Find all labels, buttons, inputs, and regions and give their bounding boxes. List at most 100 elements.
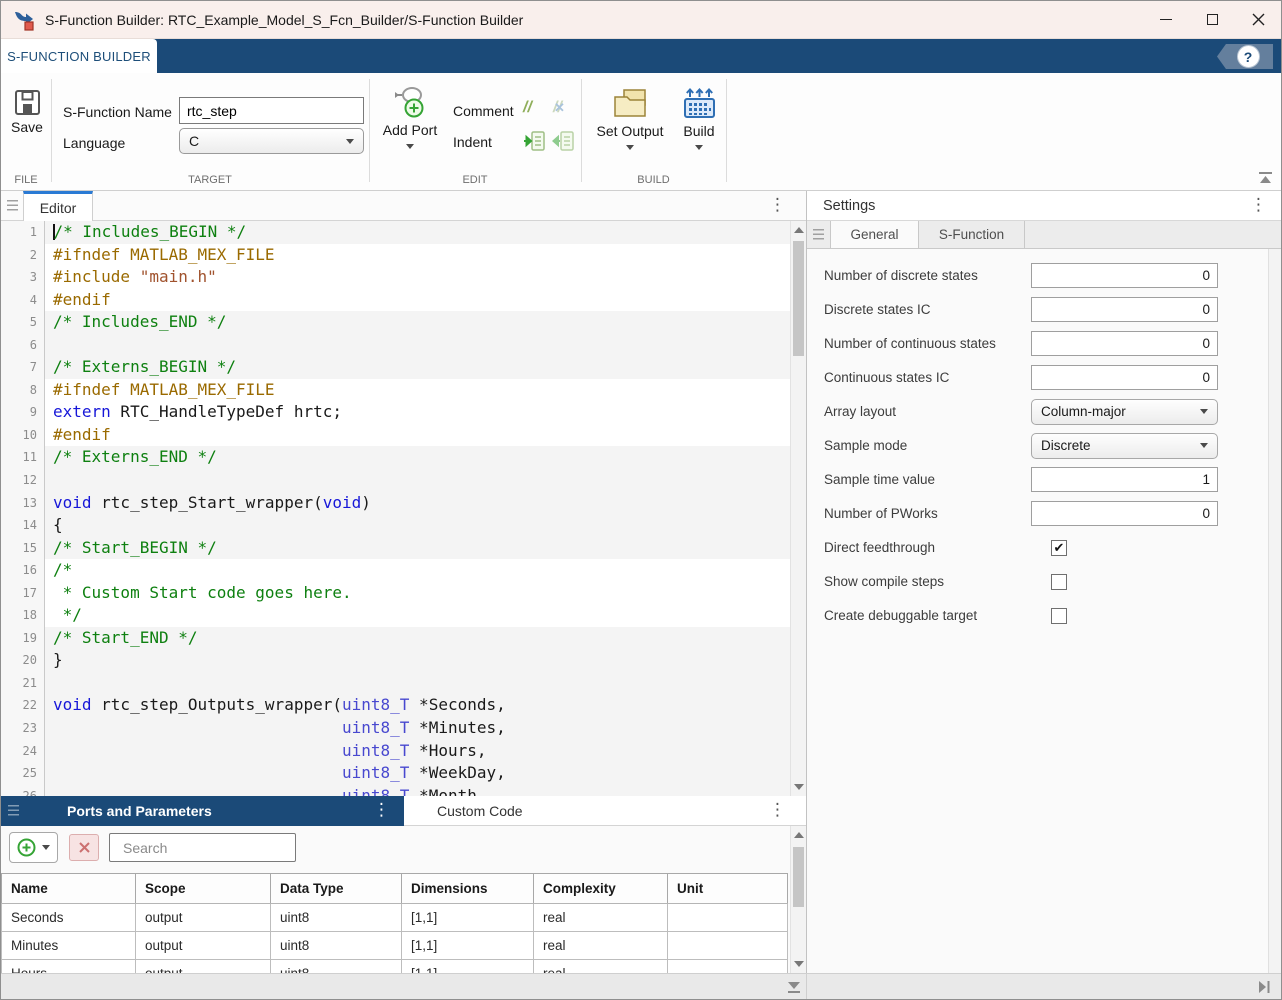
- tab-sfunction-builder[interactable]: S-FUNCTION BUILDER: [1, 39, 157, 73]
- comment-icon[interactable]: //: [523, 99, 532, 117]
- code-line-text[interactable]: */: [45, 604, 790, 627]
- code-line[interactable]: 9extern RTC_HandleTypeDef hrtc;: [1, 401, 790, 424]
- code-line[interactable]: 10#endif: [1, 424, 790, 447]
- build-button[interactable]: Build: [674, 87, 724, 150]
- outdent-icon[interactable]: [552, 130, 574, 152]
- code-line-text[interactable]: /* Externs_BEGIN */: [45, 356, 790, 379]
- code-line-text[interactable]: * Custom Start code goes here.: [45, 582, 790, 605]
- field-input[interactable]: [1031, 365, 1218, 390]
- close-button[interactable]: [1235, 1, 1281, 38]
- code-line[interactable]: 5/* Includes_END */: [1, 311, 790, 334]
- scroll-down-icon[interactable]: [794, 784, 804, 790]
- table-cell[interactable]: uint8: [271, 904, 402, 932]
- code-line[interactable]: 19/* Start_END */: [1, 627, 790, 650]
- settings-menu-kebab-icon[interactable]: ⋮: [1250, 197, 1267, 214]
- code-line-text[interactable]: extern RTC_HandleTypeDef hrtc;: [45, 401, 790, 424]
- field-input[interactable]: [1031, 467, 1218, 492]
- code-line[interactable]: 20}: [1, 649, 790, 672]
- code-line-text[interactable]: void rtc_step_Outputs_wrapper(uint8_T *S…: [45, 694, 790, 717]
- table-cell[interactable]: [668, 932, 788, 960]
- search-box[interactable]: [109, 833, 296, 862]
- table-cell[interactable]: Hours: [2, 960, 136, 974]
- code-line[interactable]: 11/* Externs_END */: [1, 446, 790, 469]
- code-line-text[interactable]: uint8_T *WeekDay,: [45, 762, 790, 785]
- expand-panel-right-icon[interactable]: [1257, 980, 1271, 994]
- code-line-text[interactable]: [45, 469, 790, 492]
- code-line-text[interactable]: /* Includes_END */: [45, 311, 790, 334]
- scrollbar-thumb[interactable]: [793, 241, 804, 356]
- ports-scrollbar[interactable]: [790, 826, 806, 973]
- field-dropdown[interactable]: Column-major: [1031, 399, 1218, 425]
- maximize-button[interactable]: [1189, 1, 1235, 38]
- save-button[interactable]: Save: [6, 89, 48, 135]
- code-line[interactable]: 3#include "main.h": [1, 266, 790, 289]
- code-line[interactable]: 15/* Start_BEGIN */: [1, 537, 790, 560]
- field-checkbox[interactable]: [1051, 608, 1067, 624]
- tab-sfunction[interactable]: S-Function: [919, 221, 1025, 248]
- code-line-text[interactable]: uint8_T *Month,: [45, 785, 790, 796]
- column-header[interactable]: Dimensions: [402, 874, 534, 904]
- code-line-text[interactable]: void rtc_step_Start_wrapper(void): [45, 492, 790, 515]
- code-line-text[interactable]: /* Includes_BEGIN */: [45, 221, 790, 244]
- panel-grip-icon[interactable]: [7, 200, 18, 212]
- table-cell[interactable]: uint8: [271, 960, 402, 974]
- code-line[interactable]: 13void rtc_step_Start_wrapper(void): [1, 492, 790, 515]
- table-cell[interactable]: [1,1]: [402, 960, 534, 974]
- indent-icon[interactable]: [523, 130, 545, 152]
- code-line[interactable]: 4#endif: [1, 289, 790, 312]
- search-input[interactable]: [123, 840, 304, 856]
- code-line-text[interactable]: #ifndef MATLAB_MEX_FILE: [45, 244, 790, 267]
- panel-grip-icon[interactable]: [807, 221, 831, 248]
- code-line[interactable]: 25 uint8_T *WeekDay,: [1, 762, 790, 785]
- field-input[interactable]: [1031, 297, 1218, 322]
- tab-general[interactable]: General: [831, 221, 919, 248]
- table-cell[interactable]: [1,1]: [402, 904, 534, 932]
- scroll-up-icon[interactable]: [794, 832, 804, 838]
- code-line[interactable]: 8#ifndef MATLAB_MEX_FILE: [1, 379, 790, 402]
- tab-ports-and-parameters[interactable]: Ports and Parameters ⋮: [1, 796, 404, 826]
- scroll-down-icon[interactable]: [794, 961, 804, 967]
- code-line-text[interactable]: #endif: [45, 289, 790, 312]
- table-row[interactable]: Secondsoutputuint8[1,1]real: [2, 904, 788, 932]
- code-line-text[interactable]: #include "main.h": [45, 266, 790, 289]
- add-port-button[interactable]: Add Port: [379, 86, 441, 149]
- field-input[interactable]: [1031, 501, 1218, 526]
- uncomment-icon[interactable]: //✕: [553, 99, 562, 117]
- tab-editor[interactable]: Editor: [23, 191, 93, 221]
- code-line[interactable]: 12: [1, 469, 790, 492]
- code-line[interactable]: 21: [1, 672, 790, 695]
- code-line-text[interactable]: [45, 672, 790, 695]
- table-cell[interactable]: real: [534, 932, 668, 960]
- minimize-button[interactable]: [1143, 1, 1189, 38]
- field-input[interactable]: [1031, 331, 1218, 356]
- code-line-text[interactable]: }: [45, 649, 790, 672]
- field-checkbox[interactable]: [1051, 574, 1067, 590]
- code-line[interactable]: 16/*: [1, 559, 790, 582]
- language-dropdown[interactable]: C: [179, 128, 364, 154]
- code-line-text[interactable]: /*: [45, 559, 790, 582]
- code-line-text[interactable]: /* Start_BEGIN */: [45, 537, 790, 560]
- custom-code-menu-kebab-icon[interactable]: ⋮: [769, 802, 786, 819]
- code-line[interactable]: 2#ifndef MATLAB_MEX_FILE: [1, 244, 790, 267]
- column-header[interactable]: Unit: [668, 874, 788, 904]
- table-cell[interactable]: [668, 960, 788, 974]
- settings-scrollbar[interactable]: [1268, 249, 1282, 973]
- field-checkbox[interactable]: ✔: [1051, 540, 1067, 556]
- code-line[interactable]: 1/* Includes_BEGIN */: [1, 221, 790, 244]
- ports-menu-kebab-icon[interactable]: ⋮: [373, 802, 390, 819]
- editor-scrollbar[interactable]: [790, 221, 806, 796]
- table-cell[interactable]: output: [136, 960, 271, 974]
- set-output-button[interactable]: Set Output: [586, 87, 674, 150]
- code-line-text[interactable]: uint8_T *Hours,: [45, 740, 790, 763]
- code-line[interactable]: 23 uint8_T *Minutes,: [1, 717, 790, 740]
- sfunction-name-input[interactable]: [179, 97, 364, 124]
- column-header[interactable]: Name: [2, 874, 136, 904]
- code-line[interactable]: 7/* Externs_BEGIN */: [1, 356, 790, 379]
- table-cell[interactable]: uint8: [271, 932, 402, 960]
- code-line-text[interactable]: /* Externs_END */: [45, 446, 790, 469]
- add-port-row-button[interactable]: [9, 832, 58, 863]
- table-cell[interactable]: [668, 904, 788, 932]
- field-input[interactable]: [1031, 263, 1218, 288]
- table-row[interactable]: Hoursoutputuint8[1,1]real: [2, 960, 788, 974]
- table-cell[interactable]: real: [534, 904, 668, 932]
